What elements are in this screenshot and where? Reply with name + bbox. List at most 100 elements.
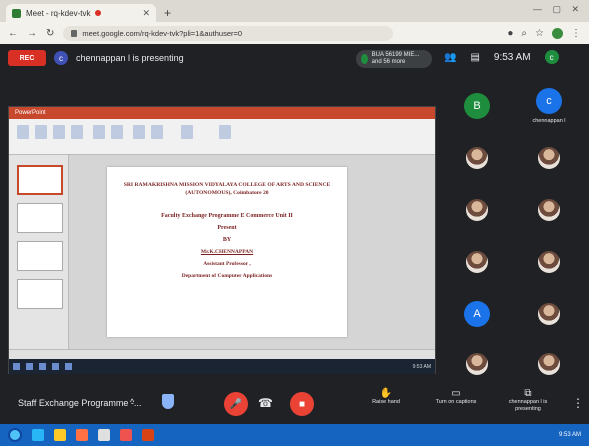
slide-thumbnail[interactable] (17, 279, 63, 309)
address-bar[interactable]: meet.google.com/rq-kdev-tvk?pli=1&authus… (63, 25, 394, 41)
slide-college-name: SRI RAMAKRISHNA MISSION VIDYALAYA COLLEG… (123, 182, 331, 196)
participant-tile[interactable]: c chennappan l (517, 80, 581, 132)
back-arrow-icon[interactable]: ← (8, 28, 18, 39)
new-tab-button[interactable]: + (164, 6, 171, 20)
captions-icon: ▭ (451, 388, 461, 399)
ppt-title-bar: PowerPoint (9, 107, 435, 119)
url-text: meet.google.com/rq-kdev-tvk?pli=1&authus… (82, 28, 243, 38)
captions-button[interactable]: ▭ Turn on captions (426, 388, 486, 406)
slide-thumbnails (9, 155, 69, 349)
shield-icon[interactable] (162, 394, 174, 409)
participant-tile[interactable] (517, 184, 581, 236)
profile-avatar[interactable] (552, 27, 563, 39)
presenting-label: chennappan l is presenting (508, 399, 548, 412)
my-avatar[interactable]: c (544, 50, 559, 64)
slide-designation: Assistant Professor , (203, 261, 251, 267)
screen: Meet - rq-kdev-tvk ✕ + — ▢ ✕ ← → ↻ meet.… (0, 0, 589, 446)
browser-tab[interactable]: Meet - rq-kdev-tvk ✕ (6, 4, 156, 22)
ribbon-button-icon (111, 125, 123, 139)
slide-department: Department of Computer Applications (181, 273, 273, 279)
ribbon-button-icon (53, 125, 65, 139)
participant-tile[interactable] (445, 184, 509, 236)
ie-icon[interactable] (32, 429, 44, 441)
participant-tile[interactable] (517, 132, 581, 184)
ppt-status-bar (9, 349, 435, 359)
participant-avatar: B (464, 93, 490, 119)
captions-label: Turn on captions (435, 399, 477, 405)
shared-windows-taskbar: 9:53 AM (9, 359, 435, 374)
slide-author: Mr.K.CHENNAPPAN (200, 249, 254, 255)
slide-canvas: SRI RAMAKRISHNA MISSION VIDYALAYA COLLEG… (107, 167, 347, 337)
app-icon (65, 363, 72, 370)
participant-photo (538, 147, 560, 169)
zoom-icon[interactable]: ⌕ (521, 28, 527, 39)
app-icon (26, 363, 33, 370)
participant-tile[interactable] (517, 236, 581, 288)
participant-tile[interactable] (445, 132, 509, 184)
participant-tile[interactable] (445, 338, 509, 390)
window-controls[interactable]: — ▢ ✕ (533, 4, 583, 15)
forward-arrow-icon[interactable]: → (27, 28, 37, 39)
folder-icon[interactable] (54, 429, 66, 441)
camera-icon[interactable]: ● (507, 28, 513, 39)
more-options-icon[interactable]: ⋮ (572, 396, 584, 410)
participant-tile[interactable]: A (445, 288, 509, 340)
slide-topic: Faculty Exchange Programme E Commerce Un… (161, 213, 293, 219)
hangup-button[interactable]: ☎ (258, 396, 273, 410)
recording-dot-icon (95, 10, 102, 16)
recording-badge: REC (8, 50, 46, 66)
presenting-button[interactable]: ⧉ chennappan l is presenting (498, 389, 558, 413)
lock-icon (71, 29, 78, 37)
ribbon-button-icon (181, 125, 193, 139)
meet-top-right: 👥 ▤ 9:53 AM c (444, 50, 559, 64)
slide-thumbnail[interactable] (17, 203, 63, 233)
chrome-icon[interactable] (98, 429, 110, 441)
chat-icon[interactable]: ▤ (470, 52, 479, 63)
meet-control-bar: Staff Exchange Programme -... ^ 🎤 ☎ ■ ✋ … (0, 384, 589, 424)
media-icon[interactable] (76, 429, 88, 441)
participant-photo (538, 199, 560, 221)
participant-avatar: c (536, 88, 562, 114)
close-tab-icon[interactable]: ✕ (142, 8, 150, 19)
participant-grid: B c chennappan l A (445, 80, 585, 380)
powerpoint-icon[interactable] (142, 429, 154, 441)
reload-icon[interactable]: ↻ (46, 28, 54, 39)
ribbon-button-icon (93, 125, 105, 139)
meeting-details-caret-icon[interactable]: ^ (130, 397, 134, 407)
windows-start-icon[interactable] (8, 428, 22, 442)
meet-main-area: REC c chennappan l is presenting BUA 561… (0, 44, 589, 384)
tab-title: Meet - rq-kdev-tvk (26, 8, 91, 18)
ribbon-button-icon (133, 125, 145, 139)
participant-name: chennappan l (532, 118, 566, 124)
presenting-text: chennappan l is presenting (76, 53, 184, 63)
shared-screen: PowerPoint SRI RAMAKRISHNA MISSION VIDYA… (8, 106, 436, 374)
slide-thumbnail[interactable] (17, 165, 63, 195)
app-icon (39, 363, 46, 370)
participant-photo (466, 251, 488, 273)
participant-photo (466, 353, 488, 375)
ribbon-button-icon (219, 125, 231, 139)
participant-avatar-icon (361, 54, 368, 64)
camera-off-button[interactable]: ■ (290, 392, 314, 416)
mic-off-button[interactable]: 🎤 (224, 392, 248, 416)
star-icon[interactable]: ☆ (535, 28, 544, 39)
participants-pill[interactable]: BUA 56199 MIE... and 56 more (356, 50, 432, 68)
browser-toolbar: ← → ↻ meet.google.com/rq-kdev-tvk?pli=1&… (0, 22, 589, 44)
ribbon-button-icon (151, 125, 163, 139)
browser-menu-icon[interactable]: ⋮ (571, 28, 581, 39)
participant-tile[interactable] (517, 338, 581, 390)
participant-tile[interactable] (517, 288, 581, 340)
participant-tile[interactable] (445, 236, 509, 288)
people-icon[interactable]: 👥 (444, 52, 456, 63)
hand-icon: ✋ (379, 388, 393, 399)
slide-present: Present (217, 225, 237, 231)
start-icon (13, 363, 20, 370)
raise-hand-button[interactable]: ✋ Raise hand (356, 388, 416, 406)
ribbon-button-icon (17, 125, 29, 139)
slide-thumbnail[interactable] (17, 241, 63, 271)
participant-tile[interactable]: B (445, 80, 509, 132)
app-icon[interactable] (120, 429, 132, 441)
meeting-name[interactable]: Staff Exchange Programme -... (18, 398, 141, 408)
presenter-avatar: c (54, 51, 68, 65)
system-clock: 9:53 AM (558, 432, 581, 438)
